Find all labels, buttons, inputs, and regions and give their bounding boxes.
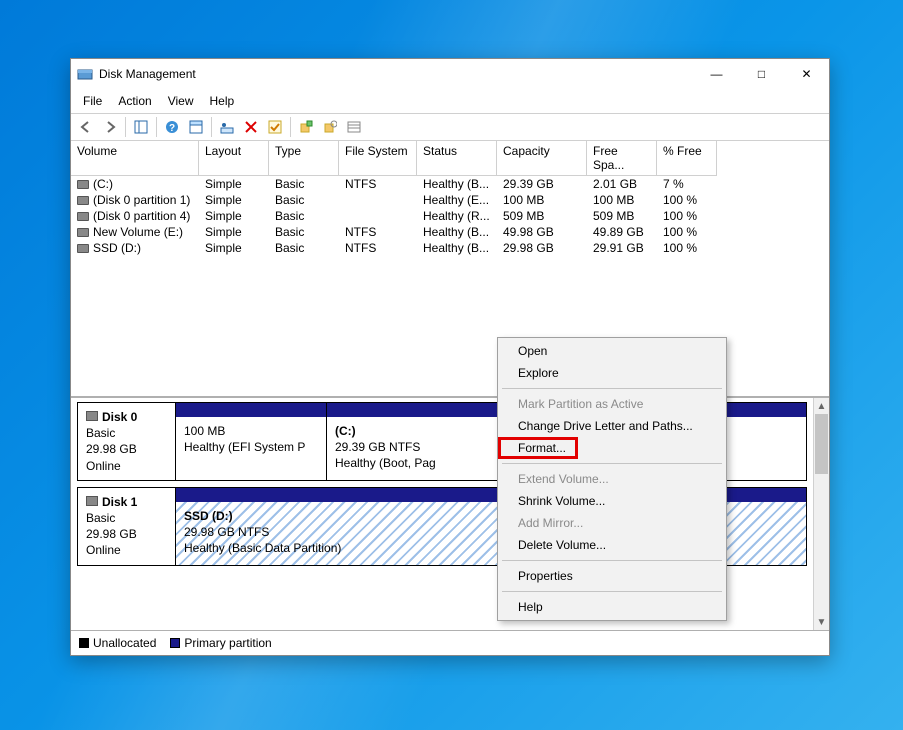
volume-row[interactable]: (Disk 0 partition 4)SimpleBasicHealthy (… bbox=[71, 208, 829, 224]
action1-button[interactable] bbox=[295, 116, 317, 138]
menu-file[interactable]: File bbox=[75, 91, 110, 111]
disk-meta[interactable]: Disk 0Basic29.98 GBOnline bbox=[78, 403, 176, 480]
svg-text:?: ? bbox=[169, 123, 175, 134]
partition[interactable]: 100 MBHealthy (EFI System P bbox=[176, 403, 326, 480]
scrollbar-thumb[interactable] bbox=[815, 414, 828, 474]
col-freespace[interactable]: Free Spa... bbox=[587, 141, 657, 176]
maximize-button[interactable]: □ bbox=[739, 59, 784, 89]
col-capacity[interactable]: Capacity bbox=[497, 141, 587, 176]
vertical-scrollbar[interactable]: ▲ ▼ bbox=[813, 398, 829, 630]
action2-button[interactable] bbox=[319, 116, 341, 138]
volume-row[interactable]: (C:)SimpleBasicNTFSHealthy (B...29.39 GB… bbox=[71, 176, 829, 192]
drive-icon bbox=[77, 180, 89, 189]
volume-list-header: Volume Layout Type File System Status Ca… bbox=[71, 141, 829, 176]
toolbar-separator bbox=[290, 117, 291, 137]
close-button[interactable]: ✕ bbox=[784, 59, 829, 89]
ctx-properties[interactable]: Properties bbox=[500, 565, 724, 587]
volume-row[interactable]: SSD (D:)SimpleBasicNTFSHealthy (B...29.9… bbox=[71, 240, 829, 256]
scroll-up-button[interactable]: ▲ bbox=[814, 398, 829, 414]
settings-button[interactable] bbox=[216, 116, 238, 138]
col-pctfree[interactable]: % Free bbox=[657, 141, 717, 176]
ctx-separator bbox=[502, 560, 722, 561]
disk-icon bbox=[86, 411, 98, 421]
forward-button[interactable] bbox=[99, 116, 121, 138]
toolbar-separator bbox=[211, 117, 212, 137]
legend-primary: Primary partition bbox=[170, 636, 271, 650]
disk-meta[interactable]: Disk 1Basic29.98 GBOnline bbox=[78, 488, 176, 565]
back-button[interactable] bbox=[75, 116, 97, 138]
check-button[interactable] bbox=[264, 116, 286, 138]
toolbar-separator bbox=[125, 117, 126, 137]
ctx-extend: Extend Volume... bbox=[500, 468, 724, 490]
toolbar-separator bbox=[156, 117, 157, 137]
ctx-delete[interactable]: Delete Volume... bbox=[500, 534, 724, 556]
ctx-help[interactable]: Help bbox=[500, 596, 724, 618]
menu-view[interactable]: View bbox=[160, 91, 202, 111]
ctx-add-mirror: Add Mirror... bbox=[500, 512, 724, 534]
drive-icon bbox=[77, 228, 89, 237]
volume-row[interactable]: New Volume (E:)SimpleBasicNTFSHealthy (B… bbox=[71, 224, 829, 240]
context-menu: Open Explore Mark Partition as Active Ch… bbox=[497, 337, 727, 621]
minimize-button[interactable]: — bbox=[694, 59, 739, 89]
ctx-shrink[interactable]: Shrink Volume... bbox=[500, 490, 724, 512]
legend-unallocated: Unallocated bbox=[79, 636, 156, 650]
legend: Unallocated Primary partition bbox=[71, 630, 829, 655]
col-volume[interactable]: Volume bbox=[71, 141, 199, 176]
partition-bar bbox=[176, 403, 326, 417]
menubar: File Action View Help bbox=[71, 89, 829, 113]
app-icon bbox=[77, 66, 93, 82]
ctx-separator bbox=[502, 463, 722, 464]
disk-icon bbox=[86, 496, 98, 506]
panel-toggle-button[interactable] bbox=[130, 116, 152, 138]
help-button[interactable]: ? bbox=[161, 116, 183, 138]
ctx-open[interactable]: Open bbox=[500, 340, 724, 362]
ctx-explore[interactable]: Explore bbox=[500, 362, 724, 384]
ctx-mark-active: Mark Partition as Active bbox=[500, 393, 724, 415]
ctx-format[interactable]: Format... bbox=[500, 437, 724, 459]
col-type[interactable]: Type bbox=[269, 141, 339, 176]
window-title: Disk Management bbox=[99, 67, 196, 81]
delete-button[interactable] bbox=[240, 116, 262, 138]
menu-help[interactable]: Help bbox=[202, 91, 243, 111]
ctx-drive-letter[interactable]: Change Drive Letter and Paths... bbox=[500, 415, 724, 437]
col-layout[interactable]: Layout bbox=[199, 141, 269, 176]
titlebar[interactable]: Disk Management — □ ✕ bbox=[71, 59, 829, 89]
col-status[interactable]: Status bbox=[417, 141, 497, 176]
toolbar: ? bbox=[71, 113, 829, 141]
volume-row[interactable]: (Disk 0 partition 1)SimpleBasicHealthy (… bbox=[71, 192, 829, 208]
drive-icon bbox=[77, 244, 89, 253]
scroll-down-button[interactable]: ▼ bbox=[814, 614, 829, 630]
refresh-button[interactable] bbox=[185, 116, 207, 138]
col-filesystem[interactable]: File System bbox=[339, 141, 417, 176]
list-button[interactable] bbox=[343, 116, 365, 138]
ctx-separator bbox=[502, 591, 722, 592]
ctx-separator bbox=[502, 388, 722, 389]
disk-management-window: Disk Management — □ ✕ File Action View H… bbox=[70, 58, 830, 656]
menu-action[interactable]: Action bbox=[110, 91, 159, 111]
drive-icon bbox=[77, 196, 89, 205]
drive-icon bbox=[77, 212, 89, 221]
